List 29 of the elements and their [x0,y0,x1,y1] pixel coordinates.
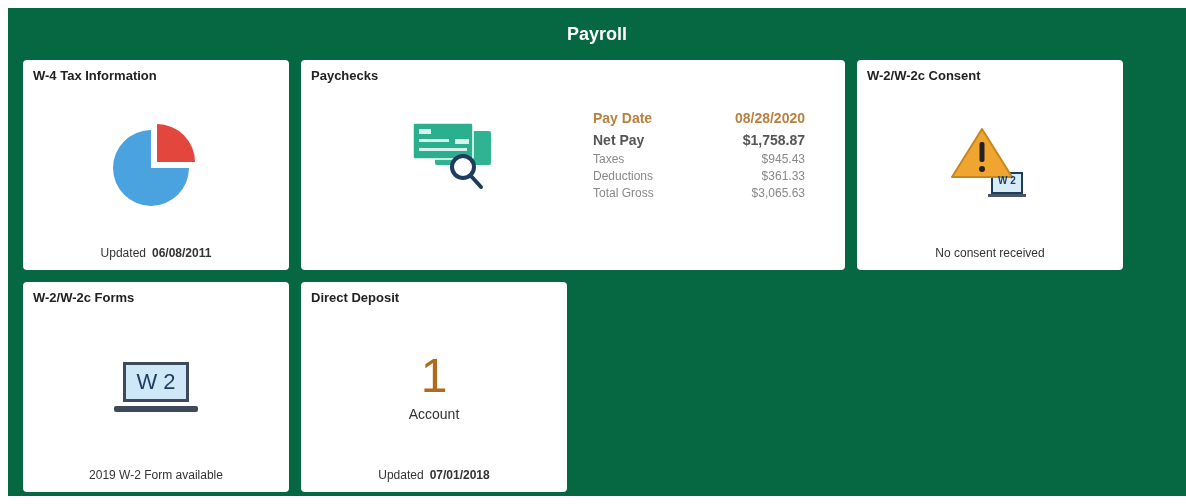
updated-date: 06/08/2011 [152,246,212,260]
pay-value: $1,758.87 [742,131,805,150]
pay-value: $3,065.63 [751,185,805,202]
pay-value: $361.33 [761,168,805,185]
tile[interactable]: Paychecks Pay Date 08/28/2020 Net Pay $1,758.87 Taxes $945.43 Deductions $361.33 Total Gross $3,065.63 [301,60,845,270]
account-count: 1 [420,351,448,400]
tile[interactable]: Direct Deposit 1 Account Updated 07/01/2018 [301,282,567,492]
tile[interactable]: W-2/W-2c Consent W 2 No consent received [857,60,1123,270]
pay-label: Deductions [593,168,654,185]
pay-label: Net Pay [593,131,645,150]
tile[interactable]: W-4 Tax Information Updated 06/08/2011 [23,60,289,270]
pay-label: Pay Date [593,109,653,128]
pay-value: 08/28/2020 [734,109,805,128]
updated-label: Updated [378,468,424,482]
tile-title: W-4 Tax Information [33,68,158,83]
pay-label: Taxes [593,151,625,168]
tile-title: Direct Deposit [311,290,401,305]
page-title: Payroll [567,23,627,45]
updated-date: 07/01/2018 [429,468,490,482]
updated-label: Updated [100,246,146,260]
tile[interactable]: W-2/W-2c Forms W 2 2019 W-2 Form available [23,282,289,492]
pay-label: Total Gross [593,185,654,202]
tile-title: Paychecks [311,68,380,83]
status-text: No consent received [935,246,1045,260]
status-text: 2019 W-2 Form available [89,468,223,482]
pay-value: $945.43 [761,151,805,168]
tile-title: W-2/W-2c Consent [867,68,982,83]
tile-title: W-2/W-2c Forms [33,290,136,305]
count-label: Account [408,405,460,422]
